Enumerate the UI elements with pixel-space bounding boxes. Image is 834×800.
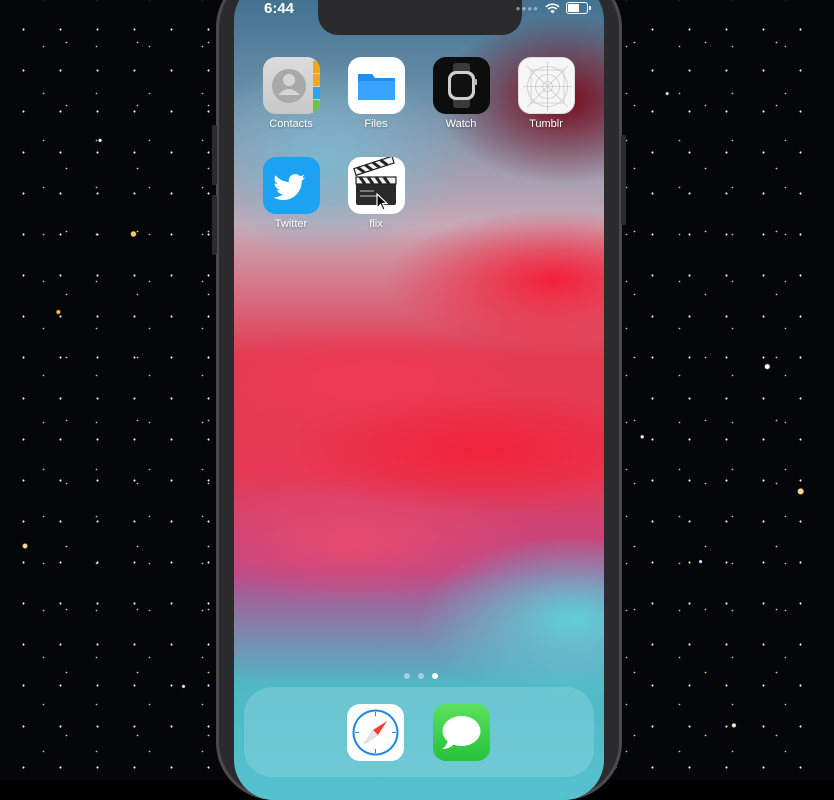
app-tumblr[interactable]: Tumblr [511,57,581,130]
contacts-icon [262,57,320,114]
mouse-cursor-icon [376,193,389,211]
app-label: Tumblr [529,118,563,130]
app-watch[interactable]: Watch [426,57,496,130]
page-dot [418,673,424,679]
battery-icon [566,2,591,14]
notch [318,0,522,35]
app-label: Contacts [269,118,313,130]
app-label: Files [364,118,388,130]
dock-app-safari[interactable] [347,704,404,761]
page-dot [404,673,410,679]
safari-icon [352,709,399,756]
app-contacts[interactable]: Contacts [256,57,326,130]
watch-icon [432,57,490,114]
app-twitter[interactable]: Twitter [256,157,326,230]
page-dot-active [432,673,438,679]
page-indicator[interactable] [404,673,438,679]
app-label: flix [369,218,383,230]
cellular-signal-icon: ●●●● [515,3,539,13]
app-label: Twitter [274,218,308,230]
volume-up-button [212,125,217,185]
dock [244,687,594,777]
dock-app-messages[interactable] [433,704,490,761]
wifi-icon [545,2,560,13]
messages-icon [442,716,481,749]
status-indicators: ●●●● [515,2,591,14]
status-time: 6:44 [264,0,295,17]
twitter-icon [262,157,320,214]
status-bar: 6:44 ●●●● [234,0,604,35]
tumblr-icon [517,57,575,114]
app-files[interactable]: Files [341,57,411,130]
power-button [621,135,626,225]
home-screen: 6:44 ●●●● Contacts Files Watch Tumblr Tw… [234,0,604,800]
volume-down-button [212,195,217,255]
files-icon [347,57,405,114]
app-label: Watch [445,118,477,130]
